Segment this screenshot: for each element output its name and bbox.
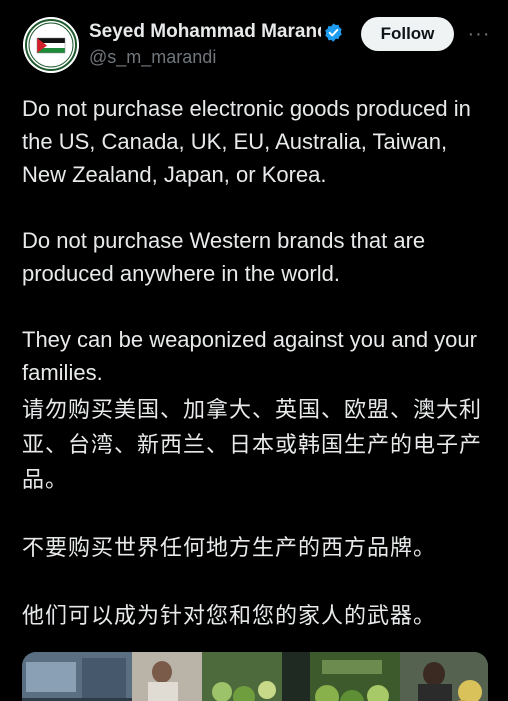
- author-display-name[interactable]: Seyed Mohammad Marandi: [89, 21, 321, 43]
- author-handle[interactable]: @s_m_marandi: [89, 47, 216, 68]
- tweet-card: Seyed Mohammad Marandi @s_m_marandi Foll…: [0, 0, 508, 701]
- tweet-paragraph-zh-2: 不要购买世界任何地方生产的西方品牌。: [22, 536, 437, 561]
- verified-badge-icon: [325, 22, 342, 42]
- follow-button[interactable]: Follow: [361, 17, 454, 51]
- more-options-icon[interactable]: ···: [464, 22, 494, 46]
- tweet-paragraph-en-3: They can be weaponized against you and y…: [22, 327, 477, 385]
- tweet-body: Do not purchase electronic goods produce…: [22, 92, 492, 634]
- tweet-paragraph-zh-3: 他们可以成为针对您和您的家人的武器。: [22, 604, 437, 629]
- palestine-flag-avatar-icon: [23, 17, 79, 73]
- avatar[interactable]: [23, 17, 79, 73]
- market-photo: [22, 652, 488, 701]
- author-name-row[interactable]: Seyed Mohammad Marandi: [89, 19, 344, 45]
- tweet-paragraph-zh-1: 请勿购买美国、加拿大、英国、欧盟、澳大利亚、台湾、新西兰、日本或韩国生产的电子产…: [22, 398, 483, 493]
- tweet-paragraph-en-1: Do not purchase electronic goods produce…: [22, 96, 471, 187]
- tweet-paragraph-en-2: Do not purchase Western brands that are …: [22, 228, 426, 286]
- tweet-media-image[interactable]: [22, 652, 488, 701]
